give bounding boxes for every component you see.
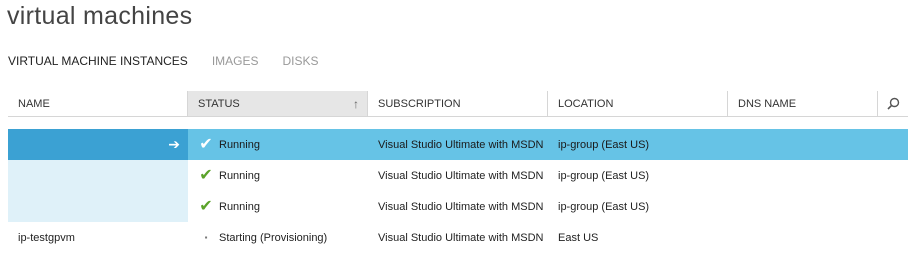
column-header-dns-label: DNS NAME: [738, 97, 797, 110]
row-location-cell: ip-group (East US): [558, 200, 650, 213]
table-body: ➔ ✔ Running Visual Studio Ultimate with …: [8, 129, 908, 253]
tab-images[interactable]: IMAGES: [212, 53, 259, 69]
column-header-location-label: LOCATION: [558, 97, 614, 110]
table-row[interactable]: ✔ Running Visual Studio Ultimate with MS…: [8, 160, 908, 191]
table-header: NAME STATUS ↑ SUBSCRIPTION LOCATION DNS …: [8, 91, 908, 117]
search-icon: [886, 97, 899, 110]
row-location-cell: ip-group (East US): [558, 138, 650, 151]
vm-table: NAME STATUS ↑ SUBSCRIPTION LOCATION DNS …: [8, 91, 908, 253]
column-header-name-label: NAME: [18, 97, 50, 110]
column-header-location[interactable]: LOCATION: [548, 91, 728, 116]
row-location-cell: ip-group (East US): [558, 169, 650, 182]
row-subscription-cell: Visual Studio Ultimate with MSDN: [378, 138, 544, 151]
row-subscription-cell: Visual Studio Ultimate with MSDN: [378, 169, 544, 182]
row-dns-cell: [728, 222, 878, 253]
table-row[interactable]: ✔ Running Visual Studio Ultimate with MS…: [8, 191, 908, 222]
table-row[interactable]: ip-testgpvm ▪ Starting (Provisioning) Vi…: [8, 222, 908, 253]
column-header-name[interactable]: NAME: [8, 91, 188, 116]
column-header-subscription[interactable]: SUBSCRIPTION: [368, 91, 548, 116]
search-button[interactable]: [878, 91, 908, 116]
sort-ascending-icon: ↑: [353, 97, 359, 111]
status-text: Running: [219, 138, 260, 151]
row-name-cell: [8, 160, 188, 191]
column-header-dns-name[interactable]: DNS NAME: [728, 91, 878, 116]
arrow-right-icon[interactable]: ➔: [168, 136, 180, 153]
column-header-subscription-label: SUBSCRIPTION: [378, 97, 461, 110]
status-text: Running: [219, 169, 260, 182]
check-icon: ✔: [199, 135, 213, 153]
tab-virtual-machine-instances[interactable]: VIRTUAL MACHINE INSTANCES: [8, 53, 188, 69]
row-dns-cell: [728, 160, 878, 191]
row-dns-cell: [728, 191, 878, 222]
column-header-status[interactable]: STATUS ↑: [188, 91, 368, 116]
row-name-cell: ➔: [8, 129, 188, 160]
status-text: Running: [219, 200, 260, 213]
row-status-cell: ✔ Running: [188, 129, 368, 160]
row-dns-cell: [728, 129, 878, 160]
page-title: virtual machines: [7, 2, 193, 30]
check-icon: ✔: [199, 197, 213, 215]
check-icon: ✔: [199, 166, 213, 184]
row-subscription-cell: Visual Studio Ultimate with MSDN: [378, 231, 544, 244]
column-header-status-label: STATUS: [198, 97, 240, 110]
row-name-cell: [8, 191, 188, 222]
table-row[interactable]: ➔ ✔ Running Visual Studio Ultimate with …: [8, 129, 908, 160]
progress-dot-icon: ▪: [204, 233, 208, 242]
row-status-cell: ✔ Running: [188, 191, 368, 222]
status-text: Starting (Provisioning): [219, 231, 328, 244]
row-location-cell: East US: [558, 231, 599, 244]
row-subscription-cell: Visual Studio Ultimate with MSDN: [378, 200, 544, 213]
tab-bar: VIRTUAL MACHINE INSTANCES IMAGES DISKS: [8, 53, 343, 69]
row-status-cell: ✔ Running: [188, 160, 368, 191]
tab-disks[interactable]: DISKS: [283, 53, 319, 69]
row-status-cell: ▪ Starting (Provisioning): [188, 222, 368, 253]
row-name-cell: ip-testgpvm: [18, 231, 75, 244]
